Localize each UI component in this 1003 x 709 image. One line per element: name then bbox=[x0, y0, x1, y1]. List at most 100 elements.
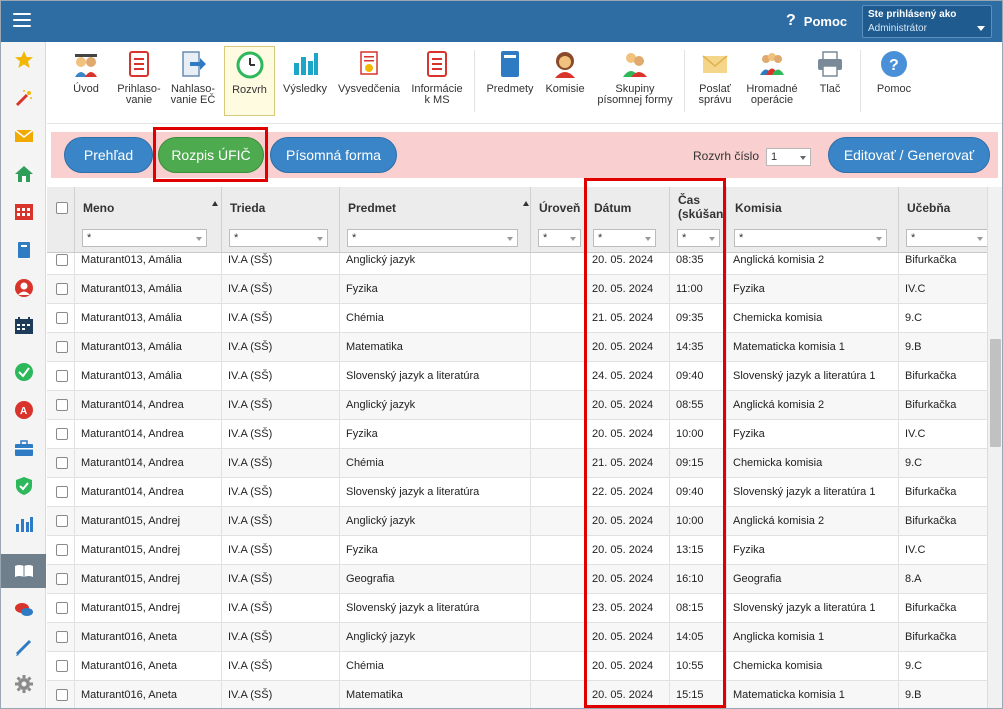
table-row[interactable]: Maturant014, Andrea IV.A (SŠ) Chémia 21. 05… bbox=[47, 449, 988, 478]
row-select-cell bbox=[47, 253, 75, 275]
table-row[interactable]: Maturant016, Aneta IV.A (SŠ) Matematika 20.… bbox=[47, 681, 988, 708]
star-icon[interactable] bbox=[1, 45, 46, 75]
rozvrh-number-select[interactable]: 1 bbox=[766, 148, 811, 166]
pisomna-forma-button[interactable]: Písomná forma bbox=[270, 137, 397, 173]
toolbar-predmety-button[interactable]: Predmety bbox=[482, 46, 538, 116]
help-link[interactable]: ? Pomoc bbox=[786, 12, 847, 30]
schedule-icon[interactable] bbox=[1, 311, 46, 341]
toolbar-vysvedcenia-button[interactable]: Vysvedčenia bbox=[335, 46, 403, 116]
cell-komisia: Slovenský jazyk a literatúra 1 bbox=[727, 594, 899, 623]
calendar-grid-icon[interactable] bbox=[1, 197, 46, 227]
row-checkbox[interactable] bbox=[56, 254, 68, 266]
vertical-scrollbar[interactable] bbox=[987, 187, 1002, 708]
envelope-icon bbox=[702, 55, 728, 73]
filter-uroven[interactable]: * bbox=[538, 229, 581, 247]
toolbar-nahlasovanie-button[interactable]: Nahlaso- vanie EČ bbox=[167, 46, 219, 116]
row-checkbox[interactable] bbox=[56, 660, 68, 672]
magic-wand-icon[interactable] bbox=[1, 83, 46, 113]
row-checkbox[interactable] bbox=[56, 602, 68, 614]
row-checkbox[interactable] bbox=[56, 399, 68, 411]
toolbar-vysledky-button[interactable]: Výsledky bbox=[279, 46, 331, 116]
table-row[interactable]: Maturant016, Aneta IV.A (SŠ) Anglický jazy… bbox=[47, 623, 988, 652]
user-dropdown[interactable]: Ste prihlásený ako Administrátor bbox=[862, 5, 992, 38]
filter-trieda[interactable]: * bbox=[229, 229, 328, 247]
row-checkbox[interactable] bbox=[56, 428, 68, 440]
row-checkbox[interactable] bbox=[56, 370, 68, 382]
row-checkbox[interactable] bbox=[56, 457, 68, 469]
column-header-trieda[interactable]: Trieda * bbox=[222, 187, 340, 253]
bar-chart-icon[interactable] bbox=[1, 509, 46, 539]
column-header-komisia[interactable]: Komisia * bbox=[727, 187, 899, 253]
filter-predmet[interactable]: * bbox=[347, 229, 518, 247]
select-all-checkbox[interactable] bbox=[56, 202, 68, 214]
table-row[interactable]: Maturant015, Andrej IV.A (SŠ) Anglický jaz… bbox=[47, 507, 988, 536]
open-book-icon[interactable] bbox=[1, 554, 46, 588]
toolbar-pomoc-button[interactable]: ? Pomoc bbox=[869, 46, 919, 116]
table-row[interactable]: Maturant013, Amália IV.A (SŠ) Fyzika 20. 05… bbox=[47, 275, 988, 304]
table-row[interactable]: Maturant013, Amália IV.A (SŠ) Matematika 20… bbox=[47, 333, 988, 362]
cell-uroven bbox=[531, 275, 586, 304]
filter-komisia[interactable]: * bbox=[734, 229, 887, 247]
check-circle-icon[interactable] bbox=[1, 357, 46, 387]
person-icon[interactable] bbox=[1, 273, 46, 303]
table-row[interactable]: Maturant014, Andrea IV.A (SŠ) Slovenský ja… bbox=[47, 478, 988, 507]
toolbar-komisie-button[interactable]: Komisie bbox=[541, 46, 589, 116]
cell-trieda: IV.A (SŠ) bbox=[222, 507, 340, 536]
pen-icon[interactable] bbox=[1, 632, 46, 662]
table-row[interactable]: Maturant013, Amália IV.A (SŠ) Anglický jaz… bbox=[47, 253, 988, 275]
row-checkbox[interactable] bbox=[56, 631, 68, 643]
chevron-down-icon bbox=[876, 237, 882, 241]
group-icon bbox=[623, 53, 647, 77]
cell-trieda: IV.A (SŠ) bbox=[222, 565, 340, 594]
row-checkbox[interactable] bbox=[56, 283, 68, 295]
column-header-ucebna[interactable]: Učebňa * bbox=[899, 187, 988, 253]
toolbar-divider bbox=[860, 50, 861, 112]
shield-check-icon[interactable] bbox=[1, 471, 46, 501]
chat-icon[interactable] bbox=[1, 595, 46, 625]
briefcase-icon[interactable] bbox=[1, 433, 46, 463]
cell-komisia: Chemicka komisia bbox=[727, 449, 899, 478]
cell-ucebna: 9.B bbox=[905, 341, 922, 353]
cell-ucebna: IV.C bbox=[905, 544, 926, 556]
table-row[interactable]: Maturant013, Amália IV.A (SŠ) Chémia 21. 05… bbox=[47, 304, 988, 333]
toolbar-prihlasovanie-button[interactable]: Prihlaso- vanie bbox=[113, 46, 165, 116]
column-header-meno[interactable]: Meno * bbox=[75, 187, 222, 253]
grade-a-icon[interactable]: A bbox=[1, 395, 46, 425]
table-row[interactable]: Maturant014, Andrea IV.A (SŠ) Anglický jaz… bbox=[47, 391, 988, 420]
toolbar-hromadne-button[interactable]: Hromadné operácie bbox=[743, 46, 801, 116]
row-checkbox[interactable] bbox=[56, 515, 68, 527]
cell-predmet: Fyzika bbox=[340, 420, 531, 449]
row-checkbox[interactable] bbox=[56, 544, 68, 556]
menu-icon[interactable] bbox=[13, 13, 31, 29]
gear-icon[interactable] bbox=[1, 669, 46, 699]
toolbar-informacie-button[interactable]: Informácie k MS bbox=[407, 46, 467, 116]
filter-ucebna[interactable]: * bbox=[906, 229, 988, 247]
column-header-uroven[interactable]: Úroveň * bbox=[531, 187, 586, 253]
toolbar-poslat-button[interactable]: Poslať správu bbox=[690, 46, 740, 116]
table-row[interactable]: Maturant015, Andrej IV.A (SŠ) Fyzika 20. 05… bbox=[47, 536, 988, 565]
row-checkbox[interactable] bbox=[56, 573, 68, 585]
table-row[interactable]: Maturant015, Andrej IV.A (SŠ) Slovenský ja… bbox=[47, 594, 988, 623]
row-checkbox[interactable] bbox=[56, 312, 68, 324]
row-checkbox[interactable] bbox=[56, 689, 68, 701]
toolbar-uvod-button[interactable]: Úvod bbox=[61, 46, 111, 116]
edit-generate-button[interactable]: Editovať / Generovať bbox=[828, 137, 990, 173]
toolbar-skupiny-button[interactable]: Skupiny písomnej formy bbox=[595, 46, 675, 116]
scrollbar-thumb[interactable] bbox=[990, 339, 1001, 447]
table-row[interactable]: Maturant014, Andrea IV.A (SŠ) Fyzika 20. 05… bbox=[47, 420, 988, 449]
book-icon[interactable] bbox=[1, 235, 46, 265]
row-checkbox[interactable] bbox=[56, 486, 68, 498]
cell-komisia: Slovenský jazyk a literatúra 1 bbox=[727, 362, 899, 391]
mail-icon[interactable] bbox=[1, 121, 46, 151]
filter-meno[interactable]: * bbox=[82, 229, 207, 247]
toolbar-tlac-button[interactable]: Tlač bbox=[807, 46, 853, 116]
home-icon[interactable] bbox=[1, 159, 46, 189]
table-row[interactable]: Maturant013, Amália IV.A (SŠ) Slovenský ja… bbox=[47, 362, 988, 391]
toolbar: Úvod Prihlaso- vanie Nahlaso- vanie EČ R… bbox=[47, 42, 1002, 124]
table-row[interactable]: Maturant015, Andrej IV.A (SŠ) Geografia 20.… bbox=[47, 565, 988, 594]
column-header-predmet[interactable]: Predmet * bbox=[340, 187, 531, 253]
toolbar-rozvrh-button[interactable]: Rozvrh bbox=[224, 46, 275, 116]
row-checkbox[interactable] bbox=[56, 341, 68, 353]
table-row[interactable]: Maturant016, Aneta IV.A (SŠ) Chémia 20. 05.… bbox=[47, 652, 988, 681]
prehlad-button[interactable]: Prehľad bbox=[64, 137, 153, 173]
